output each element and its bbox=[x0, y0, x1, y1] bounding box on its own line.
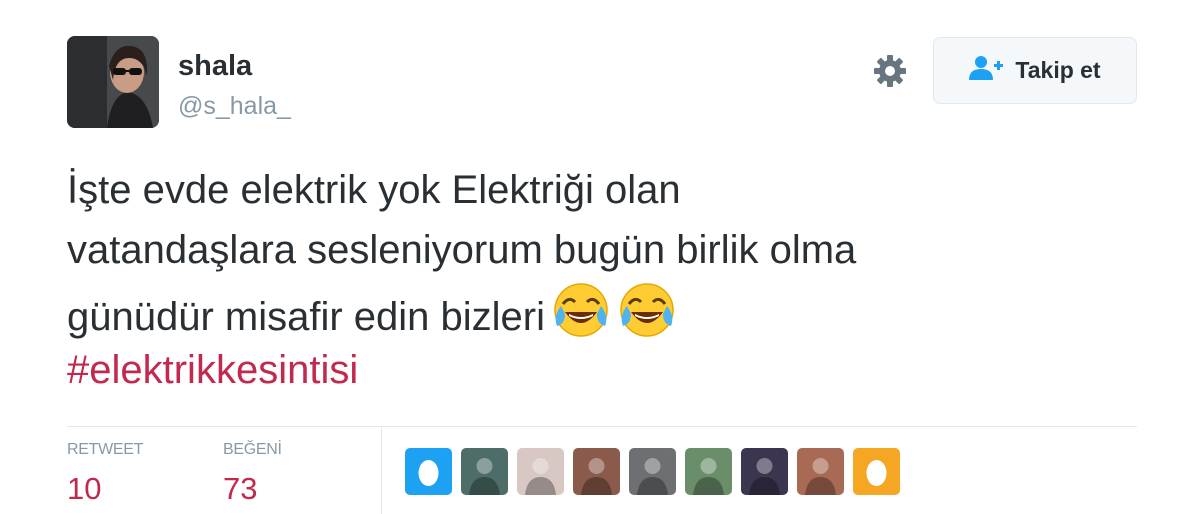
retweet-count: 10 bbox=[67, 471, 102, 506]
liker-avatar[interactable] bbox=[797, 448, 844, 495]
tweet-line-text: günüdür misafir edin bizleri bbox=[67, 295, 546, 339]
liker-avatar[interactable] bbox=[629, 448, 676, 495]
stats-divider bbox=[67, 426, 1137, 427]
profile-avatar[interactable] bbox=[67, 36, 159, 128]
liker-avatar[interactable] bbox=[853, 448, 900, 495]
liker-avatar[interactable] bbox=[517, 448, 564, 495]
egg-icon bbox=[853, 448, 900, 495]
egg-icon bbox=[405, 448, 452, 495]
follow-button[interactable]: Takip et bbox=[933, 37, 1137, 104]
profile-photo bbox=[67, 36, 159, 128]
liker-avatar[interactable] bbox=[405, 448, 452, 495]
retweet-stat[interactable]: RETWEET 10 bbox=[67, 441, 143, 507]
tweet-line: İşte evde elektrik yok Elektriği olan bbox=[67, 168, 681, 212]
liker-avatar[interactable] bbox=[685, 448, 732, 495]
liker-avatars bbox=[405, 448, 900, 495]
liker-avatar[interactable] bbox=[461, 448, 508, 495]
face-with-tears-of-joy-emoji bbox=[551, 280, 611, 357]
face-with-tears-of-joy-emoji bbox=[617, 280, 677, 357]
tweet-text: İşte evde elektrik yok Elektriği olan va… bbox=[67, 160, 1147, 340]
liker-avatar[interactable] bbox=[741, 448, 788, 495]
gear-icon[interactable] bbox=[872, 53, 908, 89]
follow-button-label: Takip et bbox=[1015, 57, 1101, 83]
stats-separator bbox=[381, 427, 382, 514]
like-count: 73 bbox=[223, 471, 258, 506]
liker-avatar[interactable] bbox=[573, 448, 620, 495]
user-handle[interactable]: @s_hala_ bbox=[178, 92, 291, 121]
tweet-line-last: günüdür misafir edin bizleri bbox=[67, 280, 1147, 340]
like-stat[interactable]: BEĞENİ 73 bbox=[223, 441, 282, 507]
display-name[interactable]: shala bbox=[178, 50, 252, 83]
like-label: BEĞENİ bbox=[223, 441, 282, 458]
hashtag-link[interactable]: #elektrikkesintisi bbox=[67, 348, 358, 393]
person-add-icon bbox=[969, 55, 1004, 86]
tweet-line: vatandaşlara sesleniyorum bugün birlik o… bbox=[67, 228, 857, 272]
retweet-label: RETWEET bbox=[67, 441, 144, 458]
